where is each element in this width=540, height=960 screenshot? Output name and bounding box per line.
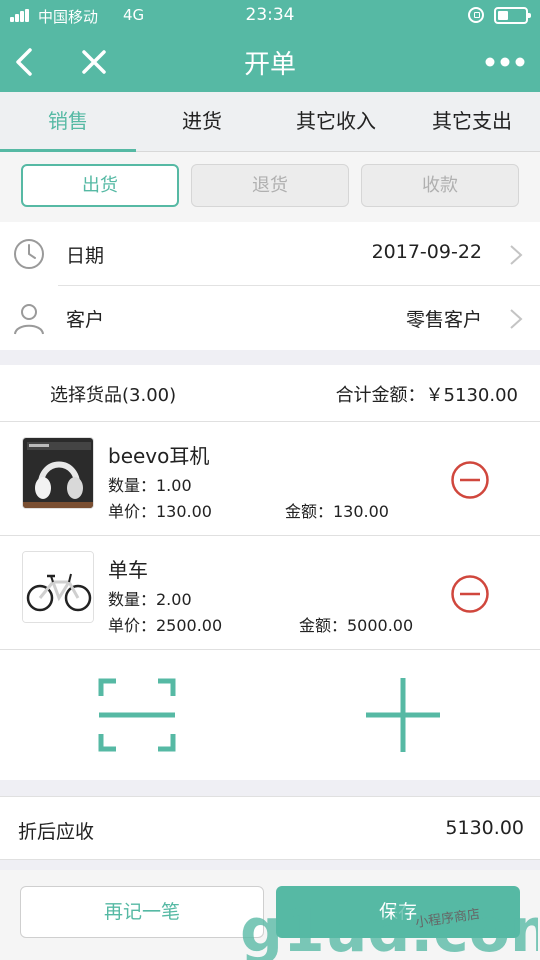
- customer-label: 客户: [66, 309, 105, 331]
- goods-unit-price: 单价：130.00: [108, 502, 212, 521]
- date-row[interactable]: 日期 2017-09-22: [0, 222, 540, 286]
- discounted-receivable-row: 折后应收 5130.00: [0, 796, 540, 860]
- tab-other-expense[interactable]: 其它支出: [404, 92, 540, 152]
- bottom-action-bar: 再记一笔 保存: [0, 870, 540, 960]
- remove-item-button[interactable]: [450, 460, 490, 500]
- status-bar: 中国移动 4G 23:34: [0, 0, 540, 32]
- remove-item-button[interactable]: [450, 574, 490, 614]
- scan-icon: [98, 678, 176, 752]
- minus-circle-icon: [451, 575, 489, 613]
- bicycle-image: [22, 551, 94, 623]
- goods-name: beevo耳机: [108, 444, 210, 468]
- goods-item[interactable]: beevo耳机 数量：1.00 单价：130.00 金额：130.00: [0, 422, 540, 536]
- top-bar: 中国移动 4G 23:34 开单: [0, 0, 540, 92]
- status-time: 23:34: [245, 5, 295, 25]
- record-another-button[interactable]: 再记一笔: [20, 886, 264, 938]
- goods-item[interactable]: 单车 数量：2.00 单价：2500.00 金额：5000.00: [0, 536, 540, 650]
- customer-row[interactable]: 客户 零售客户: [0, 286, 540, 350]
- plus-icon: [366, 678, 440, 752]
- save-button[interactable]: 保存: [276, 886, 520, 938]
- date-value: 2017-09-22: [371, 241, 482, 263]
- headphones-box-image: [22, 437, 94, 509]
- goods-amount: 金额：130.00: [285, 502, 389, 521]
- goods-section: 选择货品(3.00) 合计金额：￥5130.00 beevo耳机 数量：1.00…: [0, 365, 540, 780]
- back-arrow-icon: [16, 48, 32, 76]
- select-goods-link[interactable]: 选择货品(3.00): [50, 381, 176, 407]
- goods-unit-price: 单价：2500.00: [108, 616, 223, 635]
- back-button[interactable]: [8, 42, 48, 82]
- close-icon: [82, 50, 106, 74]
- goods-summary: 选择货品(3.00) 合计金额：￥5130.00: [0, 365, 540, 422]
- tab-other-income[interactable]: 其它收入: [268, 92, 404, 152]
- segment-shipment[interactable]: 出货: [21, 164, 179, 207]
- order-type-segments: 出货 退货 收款: [0, 152, 540, 222]
- goods-quantity: 数量：2.00: [108, 590, 192, 609]
- goods-actions: [0, 650, 540, 780]
- clock-icon: [14, 239, 44, 269]
- battery-icon: [494, 7, 531, 24]
- customer-value: 零售客户: [405, 309, 482, 331]
- goods-name: 单车: [108, 558, 148, 582]
- nav-bar: 开单: [0, 32, 540, 92]
- receivable-label: 折后应收: [18, 821, 95, 843]
- more-button[interactable]: [480, 44, 530, 80]
- segment-collection[interactable]: 收款: [361, 164, 519, 207]
- chevron-right-icon: [510, 309, 523, 329]
- more-dots-icon: [485, 57, 525, 67]
- add-goods-button[interactable]: [366, 678, 440, 752]
- segment-return[interactable]: 退货: [191, 164, 349, 207]
- type-tabs: 销售 进货 其它收入 其它支出: [0, 92, 540, 152]
- chevron-right-icon: [510, 245, 523, 265]
- scan-button[interactable]: [98, 678, 176, 752]
- user-icon: [14, 304, 44, 335]
- date-label: 日期: [66, 245, 105, 267]
- tab-purchase[interactable]: 进货: [136, 92, 268, 152]
- rotation-lock-icon: [468, 7, 484, 23]
- tab-sales[interactable]: 销售: [0, 92, 136, 152]
- goods-quantity: 数量：1.00: [108, 476, 192, 495]
- order-info: 日期 2017-09-22 客户 零售客户: [0, 222, 540, 350]
- minus-circle-icon: [451, 461, 489, 499]
- total-amount: 合计金额：￥5130.00: [335, 385, 518, 406]
- close-button[interactable]: [74, 42, 114, 82]
- receivable-value: 5130.00: [445, 817, 524, 839]
- goods-amount: 金额：5000.00: [299, 616, 414, 635]
